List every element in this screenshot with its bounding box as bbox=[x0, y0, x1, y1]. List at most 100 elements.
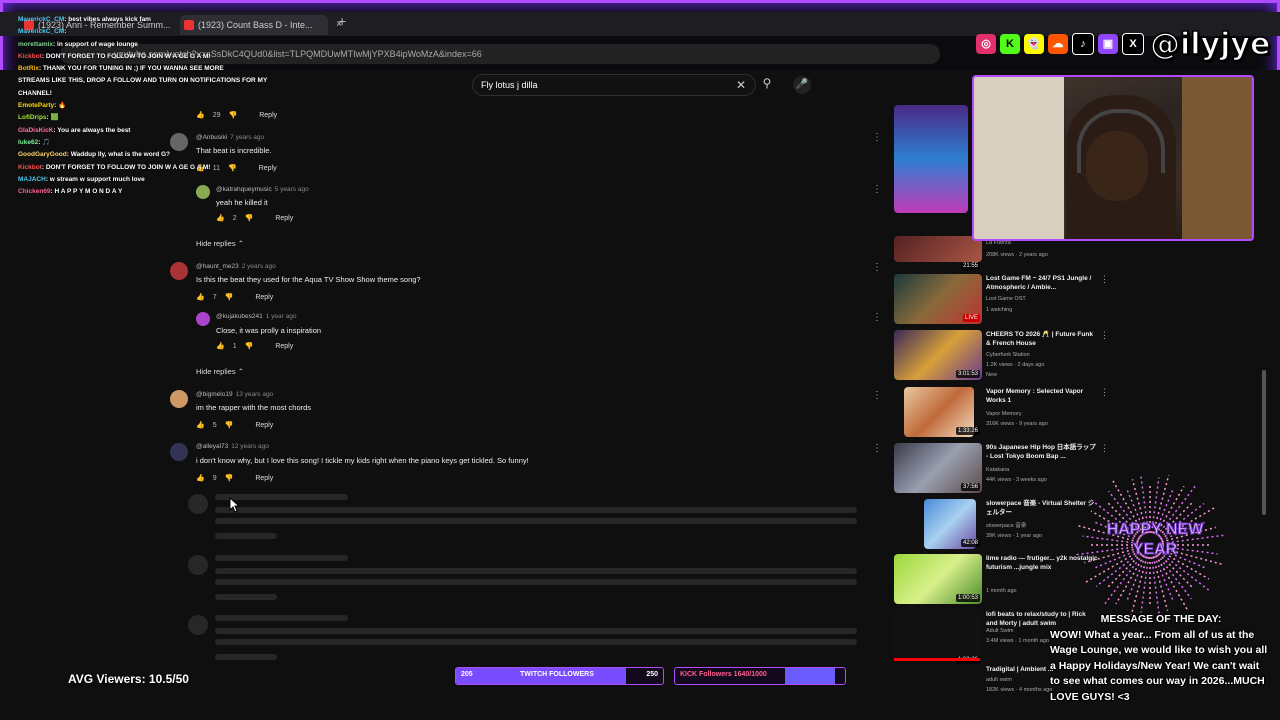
scrollbar[interactable] bbox=[1262, 370, 1266, 515]
hide-replies-button[interactable]: Hide replies ⌃ bbox=[196, 367, 244, 376]
dislike-icon[interactable]: 👎 bbox=[225, 422, 234, 429]
more-options-icon[interactable]: ⋮ bbox=[872, 390, 882, 401]
more-options-icon[interactable]: ⋮ bbox=[1100, 387, 1109, 398]
chat-username[interactable]: MAJACH bbox=[18, 176, 46, 183]
like-icon[interactable]: 👍 bbox=[216, 215, 225, 222]
video-thumbnail[interactable] bbox=[894, 105, 968, 213]
chat-username[interactable]: BotRix bbox=[18, 65, 39, 72]
comment-text: im the rapper with the most chords bbox=[196, 403, 312, 412]
video-channel: Katakana bbox=[986, 467, 1010, 473]
new-badge: New bbox=[986, 372, 998, 378]
chat-message: MaverickC_CM: best vibes always kick fam bbox=[18, 14, 288, 26]
avatar[interactable] bbox=[196, 312, 210, 326]
hide-replies-button[interactable]: Hide replies ⌃ bbox=[196, 239, 244, 248]
chat-username[interactable]: MaverickC_CM bbox=[18, 16, 64, 23]
chat-text: : 🎵 bbox=[38, 138, 51, 146]
more-options-icon[interactable]: ⋮ bbox=[872, 312, 882, 323]
loading-line bbox=[215, 654, 277, 660]
video-channel: Lost Game OST bbox=[986, 296, 1026, 302]
chat-username[interactable]: GlaDisKicK bbox=[18, 127, 53, 134]
reply-button[interactable]: Reply bbox=[255, 294, 273, 301]
search-icon[interactable]: ⚲ bbox=[758, 76, 776, 94]
video-thumbnail[interactable] bbox=[894, 610, 982, 660]
comment-actions: 👍 5 👎 Reply bbox=[196, 421, 281, 429]
video-title[interactable]: Vapor Memory : Selected Vapor Works 1 bbox=[986, 387, 1098, 405]
chat-text: : 🔥 bbox=[54, 102, 67, 110]
firework-ray bbox=[1140, 556, 1150, 613]
chat-message: LofiDrips: 🟩 bbox=[18, 112, 288, 124]
video-stats: 316K views · 9 years ago bbox=[986, 421, 1048, 427]
chat-message: MAJACH: w stream w support much love bbox=[18, 174, 288, 186]
video-card[interactable]: 3:01:53 CHEERS TO 2026 🥂 | Future Funk &… bbox=[894, 330, 1109, 382]
firework-ray bbox=[1115, 555, 1145, 605]
chat-username[interactable]: EmoteParty bbox=[18, 102, 54, 109]
chat-text: : Waddup Ily, what is the word G? bbox=[66, 151, 171, 159]
video-stats: 1.2K views · 2 days ago bbox=[986, 362, 1045, 368]
more-options-icon[interactable]: ⋮ bbox=[872, 262, 882, 273]
like-icon[interactable]: 👍 bbox=[216, 343, 225, 350]
video-title[interactable]: CHEERS TO 2026 🥂 | Future Funk & French … bbox=[986, 330, 1098, 348]
video-card[interactable]: LIVE Lost Game FM ~ 24/7 PS1 Jungle / At… bbox=[894, 274, 1109, 326]
comment-author[interactable]: @kujakubes241 1 year ago bbox=[216, 313, 296, 320]
loading-line bbox=[215, 518, 857, 524]
loading-avatar bbox=[188, 555, 208, 575]
chat-username[interactable]: Kickbot bbox=[18, 53, 42, 60]
reply-button[interactable]: Reply bbox=[275, 343, 293, 350]
loading-line bbox=[215, 568, 857, 574]
avatar[interactable] bbox=[170, 443, 188, 461]
new-tab-button[interactable]: + bbox=[338, 13, 346, 29]
social-links: ◎ K 👻 ☁ ♪ ▣ X @ilyjye bbox=[976, 26, 1271, 62]
dislike-icon[interactable]: 👎 bbox=[225, 475, 234, 482]
microphone-icon[interactable]: 🎤 bbox=[793, 76, 811, 94]
dislike-icon[interactable]: 👎 bbox=[245, 215, 254, 222]
chat-username[interactable]: Kickbot bbox=[18, 164, 42, 171]
reply-button[interactable]: Reply bbox=[255, 475, 273, 482]
more-options-icon[interactable]: ⋮ bbox=[1100, 274, 1109, 285]
more-options-icon[interactable]: ⋮ bbox=[872, 443, 882, 454]
x-icon: X bbox=[1122, 33, 1144, 55]
soundcloud-icon: ☁ bbox=[1048, 34, 1068, 54]
dislike-icon[interactable]: 👎 bbox=[225, 294, 234, 301]
more-options-icon[interactable]: ⋮ bbox=[1100, 330, 1109, 341]
more-options-icon[interactable]: ⋮ bbox=[872, 132, 882, 143]
loading-line bbox=[215, 555, 348, 561]
video-title[interactable]: 90s Japanese Hip Hop 日本語ラップ - Lost Tokyo… bbox=[986, 443, 1098, 461]
video-channel: Cyberfunk Station bbox=[986, 352, 1030, 358]
chat-text: : H A P P Y M O N D A Y bbox=[50, 188, 123, 196]
reply-button[interactable]: Reply bbox=[275, 215, 293, 222]
like-count: 9 bbox=[212, 475, 217, 482]
like-icon[interactable]: 👍 bbox=[196, 475, 205, 482]
chat-username[interactable]: MaverickC_CM bbox=[18, 28, 64, 35]
chat-username[interactable]: GoodGaryGood bbox=[18, 151, 67, 158]
avatar[interactable] bbox=[170, 390, 188, 408]
twitch-label: TWITCH FOLLOWERS bbox=[520, 671, 594, 678]
chat-username[interactable]: LofiDrips bbox=[18, 114, 47, 121]
chat-message: EmoteParty: 🔥 bbox=[18, 100, 288, 112]
reply-button[interactable]: Reply bbox=[255, 422, 273, 429]
kick-label: KICK Followers 1640/1000 bbox=[680, 671, 767, 678]
chat-username[interactable]: luke62 bbox=[18, 139, 38, 146]
chat-username[interactable]: morettamix bbox=[18, 41, 53, 48]
like-icon[interactable]: 👍 bbox=[196, 422, 205, 429]
like-icon[interactable]: 👍 bbox=[196, 294, 205, 301]
clear-search-icon[interactable]: ✕ bbox=[736, 78, 746, 92]
comment-author[interactable]: @alleyal73 12 years ago bbox=[196, 443, 269, 450]
chat-message: luke62: 🎵 bbox=[18, 137, 288, 149]
video-title[interactable]: Lost Game FM ~ 24/7 PS1 Jungle / Atmosph… bbox=[986, 274, 1098, 292]
more-options-icon[interactable]: ⋮ bbox=[1100, 443, 1109, 454]
avatar[interactable] bbox=[170, 262, 188, 280]
chat-text: : DON'T FORGET TO FOLLOW TO JOIN W A GE … bbox=[41, 163, 211, 171]
dislike-icon[interactable]: 👎 bbox=[245, 343, 254, 350]
chat-text: : best vibes always kick fam bbox=[64, 16, 151, 23]
video-card[interactable]: 1:33:26 Vapor Memory : Selected Vapor Wo… bbox=[894, 387, 1109, 439]
comment-actions: 👍 2 👎 Reply bbox=[216, 214, 301, 222]
more-options-icon[interactable]: ⋮ bbox=[872, 184, 882, 195]
search-input[interactable]: Fly lotus j dilla bbox=[472, 74, 756, 96]
message-of-the-day: MESSAGE OF THE DAY: WOW! What a year... … bbox=[1050, 612, 1272, 705]
chat-username[interactable]: Chicken69 bbox=[18, 188, 51, 195]
comment-author[interactable]: @haunt_me23 2 years ago bbox=[196, 263, 276, 270]
video-channel: La Fuerza bbox=[986, 240, 1011, 246]
live-badge: LIVE bbox=[962, 314, 980, 322]
comment-author[interactable]: @bigmelo19 13 years ago bbox=[196, 391, 273, 398]
video-thumbnail[interactable] bbox=[894, 236, 982, 262]
